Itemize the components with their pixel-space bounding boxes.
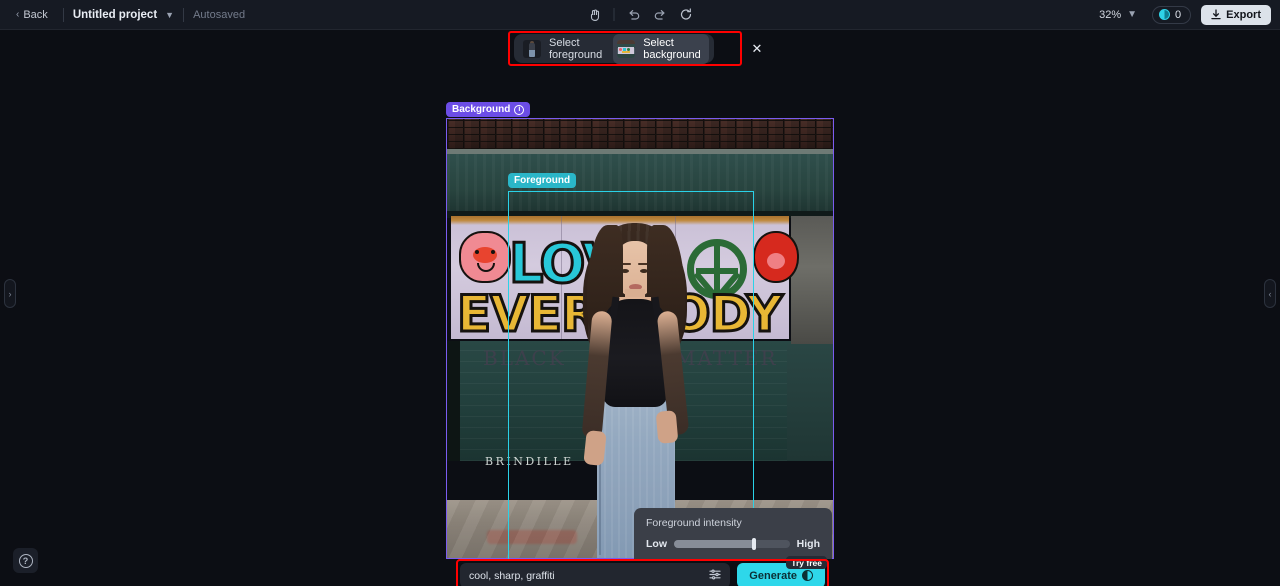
background-selection-badge[interactable]: Background i bbox=[446, 102, 531, 117]
divider bbox=[183, 7, 185, 22]
project-name[interactable]: Untitled project bbox=[73, 9, 157, 21]
mural-side-board bbox=[791, 216, 833, 344]
slider-fill bbox=[674, 540, 754, 548]
foreground-intensity-popover[interactable]: Foreground intensity Low High bbox=[634, 508, 832, 559]
export-button[interactable]: Export bbox=[1201, 4, 1271, 25]
flower-center bbox=[767, 253, 785, 269]
intensity-slider-row: Low High bbox=[646, 538, 820, 550]
reset-icon[interactable] bbox=[674, 4, 698, 26]
flower-eye bbox=[475, 250, 479, 254]
zoom-level-label: 32% bbox=[1099, 8, 1122, 21]
export-label: Export bbox=[1226, 8, 1261, 21]
hand-tool-icon[interactable] bbox=[583, 4, 607, 26]
download-icon bbox=[1211, 9, 1221, 20]
intensity-low-label: Low bbox=[646, 538, 667, 550]
app-root: ‹ Back Untitled project ▼ Autosaved 32% … bbox=[0, 0, 1280, 586]
topbar-left-group: ‹ Back Untitled project ▼ Autosaved bbox=[0, 0, 245, 29]
select-mode-toolbar: Select foreground Select background bbox=[514, 33, 714, 64]
foreground-selection-badge[interactable]: Foreground bbox=[508, 173, 577, 188]
graffiti-red-flower bbox=[753, 231, 799, 283]
person-right-hand bbox=[655, 410, 679, 444]
flower-eye bbox=[491, 250, 495, 254]
intensity-slider[interactable] bbox=[674, 538, 790, 550]
prompt-bar: cool, sharp, graffiti Generate Try free bbox=[460, 556, 827, 586]
background-thumbnail-icon bbox=[617, 39, 636, 58]
prompt-input[interactable]: cool, sharp, graffiti bbox=[460, 563, 731, 586]
topbar-tools bbox=[583, 0, 698, 29]
prompt-value: cool, sharp, graffiti bbox=[469, 569, 555, 582]
credits-count: 0 bbox=[1175, 8, 1182, 21]
right-wall-panel bbox=[787, 344, 833, 461]
topbar-right-group: 32% ▼ 0 Export bbox=[1094, 0, 1271, 29]
zoom-control[interactable]: 32% ▼ bbox=[1094, 6, 1142, 24]
redo-icon[interactable] bbox=[648, 4, 672, 26]
credit-coin-icon bbox=[802, 570, 813, 581]
foreground-thumbnail-icon bbox=[523, 39, 541, 58]
try-free-badge: Try free bbox=[786, 556, 827, 569]
brick-wall bbox=[447, 119, 833, 149]
divider bbox=[62, 7, 64, 22]
autosaved-status: Autosaved bbox=[193, 8, 246, 21]
generate-label: Generate bbox=[749, 569, 797, 582]
top-bar: ‹ Back Untitled project ▼ Autosaved 32% … bbox=[0, 0, 1280, 30]
sliders-icon[interactable] bbox=[709, 569, 721, 583]
image-canvas[interactable]: BRINDILLE LOVE EVERYBODY BL bbox=[446, 118, 834, 559]
undo-icon[interactable] bbox=[622, 4, 646, 26]
graffiti-black-text: BLACK bbox=[483, 346, 566, 370]
back-label: Back bbox=[23, 8, 48, 21]
background-badge-label: Background bbox=[452, 104, 511, 115]
info-icon[interactable]: i bbox=[514, 104, 525, 115]
graffiti-pink-flower bbox=[459, 231, 511, 283]
credit-coin-icon bbox=[1159, 9, 1171, 20]
person-left-hand bbox=[583, 430, 607, 466]
generate-button-wrapper: Generate Try free bbox=[737, 556, 827, 586]
select-foreground-label: Select foreground bbox=[549, 36, 603, 61]
canvas-area[interactable]: Background i BRINDILLE LOVE BLACK MATTER… bbox=[0, 30, 1280, 586]
select-background-label: Select background bbox=[643, 36, 701, 61]
doorway-shadow bbox=[447, 341, 460, 461]
select-background-option[interactable]: Select background bbox=[613, 33, 709, 64]
credits-badge[interactable]: 0 bbox=[1152, 5, 1192, 24]
flower-smile bbox=[477, 263, 495, 272]
intensity-high-label: High bbox=[796, 538, 820, 550]
chevron-down-icon: ▼ bbox=[1127, 8, 1138, 20]
close-icon[interactable]: ✕ bbox=[746, 38, 768, 60]
divider bbox=[613, 8, 615, 21]
chevron-down-icon[interactable]: ▼ bbox=[165, 10, 174, 20]
select-foreground-option[interactable]: Select foreground bbox=[519, 34, 610, 64]
slider-handle[interactable] bbox=[751, 538, 756, 550]
intensity-title: Foreground intensity bbox=[646, 517, 742, 529]
foreground-badge-label: Foreground bbox=[514, 175, 571, 186]
chevron-left-icon: ‹ bbox=[16, 8, 20, 20]
green-wall bbox=[447, 154, 833, 214]
back-button[interactable]: ‹ Back bbox=[10, 6, 54, 24]
